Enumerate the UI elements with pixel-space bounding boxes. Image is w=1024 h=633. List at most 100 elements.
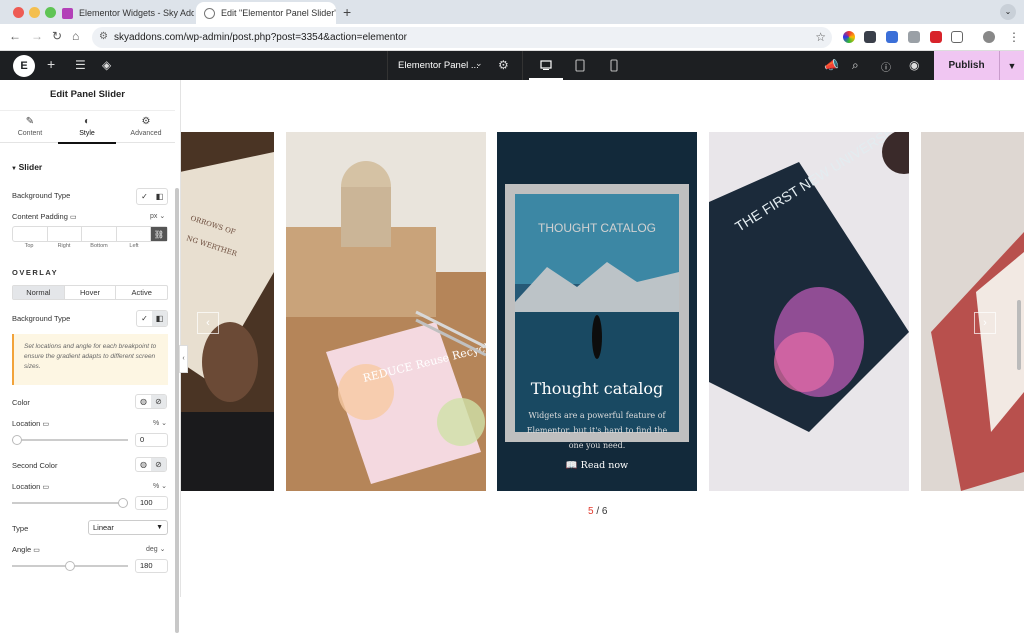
profile-avatar[interactable] — [983, 31, 995, 43]
back-arrow-icon[interactable]: ← — [9, 29, 21, 43]
location-unit-text: % — [153, 420, 160, 427]
tab-label: Style — [79, 130, 95, 137]
global-colors-icon[interactable]: ◍ — [136, 395, 151, 408]
responsive-desktop-icon[interactable]: ▭ — [42, 421, 49, 428]
browser-tab-strip: Elementor Widgets - Sky Add ✕ Edit "Elem… — [0, 0, 1024, 24]
elementor-logo-icon[interactable]: E — [13, 55, 35, 77]
publish-options-chevron-icon[interactable]: ▼ — [999, 51, 1024, 80]
gradient-icon[interactable]: ◧ — [152, 189, 167, 204]
translate-extension-icon[interactable] — [886, 31, 898, 43]
padding-left-input[interactable] — [117, 227, 151, 241]
notifications-megaphone-icon[interactable]: 📣 — [824, 58, 839, 72]
minimize-window-button[interactable] — [29, 7, 40, 18]
add-element-icon[interactable]: + — [47, 56, 55, 72]
angle-slider-track[interactable] — [12, 561, 128, 571]
reload-icon[interactable]: ↻ — [52, 29, 62, 43]
caret-down-icon: ▼ — [156, 524, 163, 531]
url-input[interactable]: ⚙ skyaddons.com/wp-admin/post.php?post=3… — [92, 27, 832, 48]
new-tab-button[interactable]: + — [343, 4, 351, 20]
location-slider-handle[interactable] — [12, 435, 22, 445]
section-slider-toggle[interactable]: ▼ Slider — [11, 162, 42, 172]
classic-brush-icon[interactable]: ✓ — [137, 311, 152, 326]
angle-input[interactable]: 180 — [135, 559, 168, 573]
help-question-icon[interactable]: ⓘ — [881, 59, 891, 74]
location2-slider-handle[interactable] — [118, 498, 128, 508]
browser-menu-icon[interactable]: ⋮ — [1008, 30, 1020, 44]
read-now-text: Read now — [580, 460, 629, 471]
location2-slider-track[interactable] — [12, 498, 128, 508]
chevron-down-icon[interactable]: ⌄ — [475, 58, 483, 69]
font-extension-icon[interactable] — [930, 31, 942, 43]
color-label: Color — [12, 398, 30, 407]
angle-unit-select[interactable]: deg ⌄ — [146, 545, 166, 553]
classic-brush-icon[interactable]: ✓ — [137, 189, 152, 204]
responsive-desktop-icon[interactable]: ▭ — [70, 214, 77, 221]
tab-advanced[interactable]: ⚙ Advanced — [117, 111, 175, 144]
read-now-link[interactable]: 📖 Read now — [497, 460, 697, 471]
page-settings-gear-icon[interactable]: ⚙ — [498, 58, 509, 72]
padding-unit-select[interactable]: px ⌄ — [150, 212, 165, 220]
slide-image: ORROWS OF NG WERTHER — [181, 132, 274, 491]
document-title: Elementor Panel ... — [398, 60, 479, 71]
page-scrollbar[interactable] — [1017, 300, 1021, 370]
color-picker-icon[interactable]: ⊘ — [151, 458, 166, 471]
gradient-type-select[interactable]: Linear ▼ — [88, 520, 168, 535]
finder-search-icon[interactable]: ⌕ — [852, 58, 859, 73]
state-hover-tab[interactable]: Hover — [65, 286, 117, 299]
tab-title: Edit "Elementor Panel Slider" — [221, 8, 336, 18]
home-icon[interactable]: ⌂ — [72, 29, 79, 43]
forward-arrow-icon[interactable]: → — [31, 29, 43, 43]
tablet-view-button[interactable] — [563, 51, 597, 80]
site-settings-icon[interactable]: ⚙ — [99, 31, 108, 42]
state-normal-tab[interactable]: Normal — [13, 286, 65, 299]
site-settings-sliders-icon[interactable]: ☰ — [75, 58, 86, 72]
puzzle-extensions-icon[interactable] — [951, 31, 963, 43]
desktop-view-button[interactable] — [529, 51, 563, 80]
location2-input[interactable]: 100 — [135, 496, 168, 510]
location-slider-track[interactable] — [12, 435, 128, 445]
mobile-view-button[interactable] — [597, 51, 631, 80]
global-colors-icon[interactable]: ◍ — [136, 458, 151, 471]
slider-prev-arrow-icon[interactable]: ‹ — [197, 312, 219, 334]
tab-title: Elementor Widgets - Sky Add — [79, 8, 194, 18]
state-active-tab[interactable]: Active — [116, 286, 167, 299]
panel-scrollbar[interactable] — [175, 188, 179, 633]
shield-extension-icon[interactable] — [864, 31, 876, 43]
overlay-heading: OVERLAY — [12, 268, 59, 277]
gradient-info-note: Set locations and angle for each breakpo… — [12, 334, 168, 385]
panel-tabs: ✎ Content ◐ Style ⚙ Advanced — [0, 110, 175, 144]
slide-title: Thought catalog — [530, 379, 664, 398]
color-extension-icon[interactable] — [843, 31, 855, 43]
responsive-desktop-icon[interactable]: ▭ — [33, 547, 40, 554]
publish-button[interactable]: Publish — [934, 51, 999, 80]
dim-label-top: Top — [24, 243, 34, 249]
screenshot-extension-icon[interactable] — [908, 31, 920, 43]
angle-slider-handle[interactable] — [65, 561, 75, 571]
background-type-label: Background Type — [12, 191, 71, 200]
contrast-icon: ◐ — [83, 116, 91, 127]
responsive-desktop-icon[interactable]: ▭ — [42, 484, 49, 491]
total-slides: 6 — [601, 506, 608, 517]
padding-top-input[interactable] — [13, 227, 48, 241]
browser-tab-widgets[interactable]: Elementor Widgets - Sky Add ✕ — [54, 2, 194, 24]
preview-eye-icon[interactable]: ◉ — [909, 58, 919, 72]
close-window-button[interactable] — [13, 7, 24, 18]
location-input[interactable]: 0 — [135, 433, 168, 447]
editor-panel: Edit Panel Slider ✎ Content ◐ Style ⚙ Advan… — [0, 80, 181, 633]
bookmark-star-icon[interactable]: ☆ — [815, 30, 826, 44]
location-unit-select[interactable]: % ⌄ — [153, 419, 167, 427]
color-picker-icon[interactable]: ⊘ — [151, 395, 166, 408]
padding-right-input[interactable] — [48, 227, 82, 241]
collapse-panel-chevron-icon[interactable]: ‹ — [179, 345, 188, 373]
browser-tab-editor[interactable]: Edit "Elementor Panel Slider" ✕ — [196, 2, 336, 24]
gradient-icon[interactable]: ◧ — [152, 311, 167, 326]
tab-style[interactable]: ◐ Style — [58, 111, 116, 144]
structure-layers-icon[interactable]: ◈ — [102, 58, 111, 72]
tab-content[interactable]: ✎ Content — [1, 111, 59, 144]
tab-search-chevron-icon[interactable]: ⌄ — [1000, 4, 1016, 20]
location2-unit-select[interactable]: % ⌄ — [153, 482, 167, 490]
padding-bottom-input[interactable] — [82, 227, 117, 241]
link-values-icon[interactable]: ⛓ — [151, 227, 167, 241]
slider-next-arrow-icon[interactable]: › — [974, 312, 996, 334]
angle-label: Angle ▭ — [12, 545, 40, 554]
